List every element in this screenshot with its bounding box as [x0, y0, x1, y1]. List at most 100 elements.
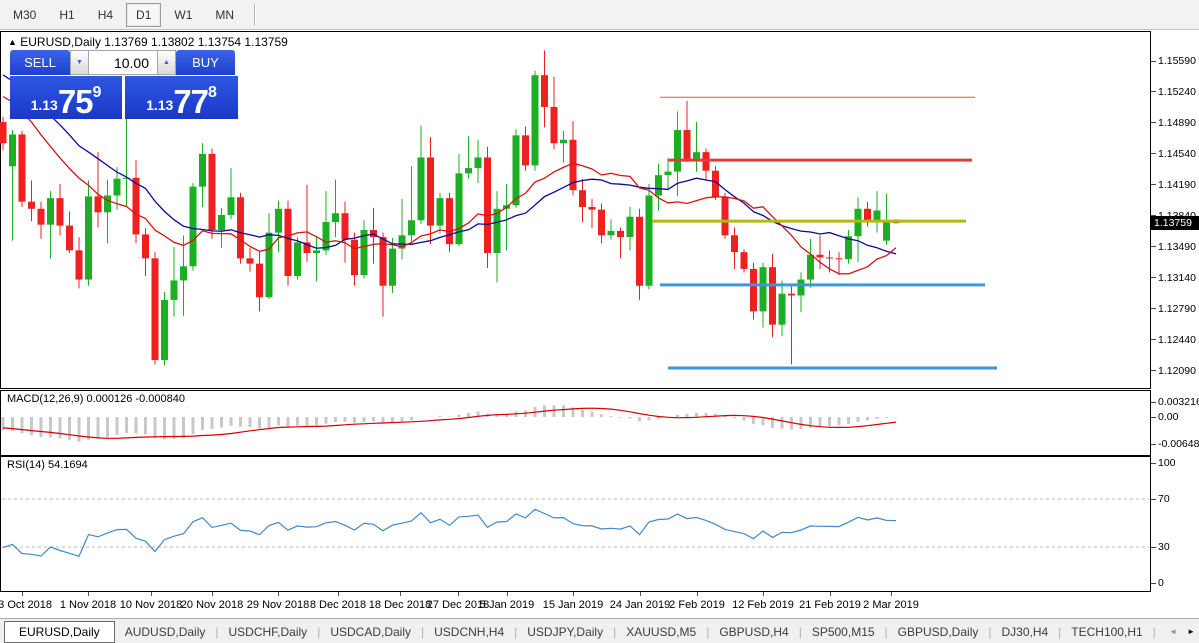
- price-axis-label-tick: [1151, 184, 1156, 186]
- timeframe-toolbar: M30 H1 H4 D1 W1 MN: [0, 0, 1199, 30]
- current-price-tag: 1.13759: [1151, 216, 1199, 230]
- date-tick: [697, 592, 698, 596]
- rsi-axis-label: 0: [1158, 577, 1164, 589]
- chart-tab-sp500-m15[interactable]: SP500,M15: [802, 622, 885, 642]
- date-tick: [88, 592, 89, 596]
- price-axis-label: 1.12790: [1158, 302, 1196, 315]
- price-axis-label-tick: [1151, 122, 1156, 124]
- chart-tab-usdcad-daily[interactable]: USDCAD,Daily: [320, 622, 421, 642]
- chart-title: ▲ EURUSD,Daily 1.13769 1.13802 1.13754 1…: [8, 35, 288, 49]
- date-tick: [573, 592, 574, 596]
- date-tick: [278, 592, 279, 596]
- macd-axis-label: -0.006485: [1158, 438, 1199, 450]
- volume-decrease-button[interactable]: ▼: [70, 50, 89, 75]
- date-tick: [458, 592, 459, 596]
- price-axis-label: 1.14540: [1158, 147, 1196, 160]
- price-axis-label: 1.13140: [1158, 271, 1196, 284]
- rsi-axis-label-tick: [1151, 462, 1156, 464]
- chart-ohlc-values: 1.13769 1.13802 1.13754 1.13759: [104, 35, 288, 49]
- price-axis-label: 1.14890: [1158, 116, 1196, 129]
- chart-tab-gbpusd-daily[interactable]: GBPUSD,Daily: [888, 622, 989, 642]
- date-label: 29 Nov 2018: [246, 599, 310, 611]
- price-axis-label: 1.12440: [1158, 333, 1196, 346]
- rsi-axis-label-tick: [1151, 498, 1156, 500]
- rsi-axis-label: 100: [1158, 457, 1176, 469]
- chart-tab-usdchf-daily[interactable]: USDCHF,Daily: [219, 622, 318, 642]
- chart-tab-gbpusd-h4[interactable]: GBPUSD,H4: [709, 622, 798, 642]
- volume-increase-button[interactable]: ▲: [157, 50, 176, 75]
- date-label: 5 Jan 2019: [479, 599, 535, 611]
- rsi-axis-label: 30: [1158, 541, 1170, 553]
- chart-tab-eurusd-daily[interactable]: EURUSD,Daily: [4, 620, 115, 643]
- date-label: 2 Mar 2019: [863, 599, 919, 611]
- volume-input[interactable]: [89, 50, 157, 75]
- macd-axis-label-tick: [1151, 416, 1156, 418]
- price-axis-label-tick: [1151, 60, 1156, 62]
- sell-button[interactable]: SELL: [10, 50, 70, 75]
- chart-tab-dj30-h4[interactable]: DJ30,H4: [991, 622, 1058, 642]
- price-axis-label: 1.12090: [1158, 364, 1196, 377]
- tab-scroll-right-icon[interactable]: ►: [1187, 627, 1195, 636]
- symbol-tab-bar: EURUSD,Daily AUDUSD,Daily | USDCHF,Daily | US…: [0, 618, 1199, 643]
- sell-price-base: 1.13: [30, 97, 58, 113]
- date-label: 23 Oct 2018: [0, 599, 52, 611]
- price-axis-label-tick: [1151, 153, 1156, 155]
- price-axis-label-tick: [1151, 370, 1156, 372]
- date-tick: [763, 592, 764, 596]
- date-label: 24 Jan 2019: [609, 599, 671, 611]
- chart-tab-usdcnh-h4[interactable]: USDCNH,H4: [424, 622, 514, 642]
- date-label: 10 Nov 2018: [119, 599, 183, 611]
- one-click-trading-widget: SELL ▼ ▲ BUY 1.13 75 9 1.13 77 8: [10, 50, 238, 119]
- date-tick: [151, 592, 152, 596]
- chart-tab-xauusd-m5[interactable]: XAUUSD,M5: [616, 622, 706, 642]
- macd-label: MACD(12,26,9) 0.000126 -0.000840: [7, 393, 185, 405]
- date-label: 1 Nov 2018: [59, 599, 117, 611]
- sell-price-display[interactable]: 1.13 75 9: [10, 76, 122, 119]
- date-tick: [400, 592, 401, 596]
- rsi-panel[interactable]: [0, 456, 1151, 593]
- macd-axis-label-tick: [1151, 401, 1156, 403]
- macd-axis-label-tick: [1151, 443, 1156, 445]
- rsi-axis-label-tick: [1151, 546, 1156, 548]
- price-axis-label-tick: [1151, 91, 1156, 93]
- rsi-axis-label: 70: [1158, 493, 1170, 505]
- date-label: 12 Feb 2019: [732, 599, 794, 611]
- chart-tab-usdjpy-daily[interactable]: USDJPY,Daily: [517, 622, 613, 642]
- collapse-triangle-icon[interactable]: ▲: [8, 37, 17, 47]
- date-label: 15 Jan 2019: [542, 599, 604, 611]
- date-label: 2 Feb 2019: [669, 599, 725, 611]
- timeframe-button-h1[interactable]: H1: [49, 3, 84, 27]
- price-axis-label-tick: [1151, 339, 1156, 341]
- timeframe-button-m30[interactable]: M30: [3, 3, 46, 27]
- toolbar-separator: [254, 3, 256, 26]
- terminal-window: M30 H1 H4 D1 W1 MN ▲ EURUSD,Daily 1.13769 1.1…: [0, 0, 1199, 643]
- timeframe-button-d1[interactable]: D1: [126, 2, 162, 27]
- buy-price-base: 1.13: [146, 97, 174, 113]
- date-label: 20 Nov 2018: [180, 599, 244, 611]
- macd-axis-label: 0.003216: [1158, 396, 1199, 408]
- price-axis-label-tick: [1151, 246, 1156, 248]
- price-axis-label: 1.15590: [1158, 55, 1196, 67]
- date-tick: [507, 592, 508, 596]
- price-axis-label-tick: [1151, 277, 1156, 279]
- buy-button[interactable]: BUY: [176, 50, 235, 75]
- buy-price-display[interactable]: 1.13 77 8: [125, 76, 238, 119]
- rsi-label: RSI(14) 54.1694: [7, 459, 88, 471]
- date-tick: [891, 592, 892, 596]
- timeframe-button-w1[interactable]: W1: [164, 3, 202, 27]
- tab-scroll-left-icon[interactable]: ◄: [1169, 627, 1177, 636]
- date-label: 8 Dec 2018: [309, 599, 367, 611]
- timeframe-button-mn[interactable]: MN: [205, 3, 244, 27]
- chart-tab-audusd-daily[interactable]: AUDUSD,Daily: [115, 622, 216, 642]
- buy-price-point: 8: [208, 84, 217, 101]
- macd-axis-label: 0.00: [1158, 411, 1179, 423]
- chart-tab-tech100-h1[interactable]: TECH100,H1: [1061, 622, 1152, 642]
- date-tick: [338, 592, 339, 596]
- chart-symbol-label: EURUSD,Daily: [20, 35, 101, 49]
- date-label: 21 Feb 2019: [799, 599, 861, 611]
- price-axis-label: 1.14190: [1158, 178, 1196, 191]
- date-label: 18 Dec 2018: [368, 599, 432, 611]
- date-tick: [22, 592, 23, 596]
- rsi-axis-label-tick: [1151, 582, 1156, 584]
- timeframe-button-h4[interactable]: H4: [88, 3, 123, 27]
